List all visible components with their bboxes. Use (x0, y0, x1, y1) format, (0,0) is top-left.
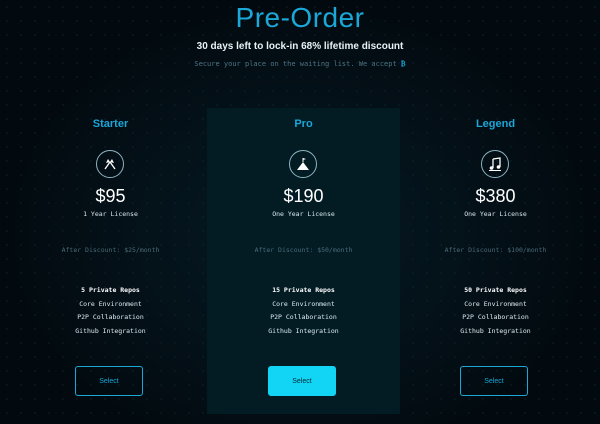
page-title: Pre-Order (235, 2, 365, 33)
feature-item: Github Integration (268, 326, 339, 335)
plan-discount: After Discount: $25/month (61, 246, 160, 254)
bitcoin-icon: ₿ (400, 60, 406, 68)
feature-item: 50 Private Repos (464, 286, 527, 294)
select-pro-button[interactable]: Select (268, 366, 336, 396)
mountain-flag-icon (289, 150, 317, 178)
plan-card-starter: Starter $95 1 Year License After Discoun… (14, 108, 207, 414)
feature-item: 15 Private Repos (272, 286, 335, 294)
plan-price: $380 (475, 186, 516, 206)
plan-card-pro: Pro $190 One Year License After Discount… (207, 108, 400, 414)
feature-item: P2P Collaboration (270, 313, 337, 321)
feature-item: P2P Collaboration (77, 313, 144, 321)
feature-item: 5 Private Repos (81, 286, 140, 294)
plan-features: 5 Private Repos Core Environment P2P Col… (14, 284, 207, 338)
plan-price: $95 (95, 186, 126, 206)
plan-price: $190 (283, 186, 324, 206)
plan-features: 50 Private Repos Core Environment P2P Co… (399, 284, 592, 338)
music-note-icon (481, 150, 509, 178)
feature-item: P2P Collaboration (462, 313, 529, 321)
plan-name: Pro (294, 118, 313, 130)
waiting-list-note: Secure your place on the waiting list. W… (0, 60, 600, 68)
feature-item: Core Environment (79, 299, 142, 308)
select-starter-button[interactable]: Select (75, 366, 143, 396)
feature-item: Core Environment (272, 299, 335, 308)
feature-item: Github Integration (460, 326, 531, 335)
plan-name: Starter (92, 118, 129, 130)
plan-card-legend: Legend $380 One Year License After Disco… (399, 108, 592, 414)
feature-item: Github Integration (75, 326, 146, 335)
feature-item: Core Environment (464, 299, 527, 308)
waiting-list-text: Secure your place on the waiting list. W… (194, 60, 397, 68)
plan-license: 1 Year License (83, 210, 138, 218)
plan-features: 15 Private Repos Core Environment P2P Co… (207, 284, 400, 338)
page-subtitle: 30 days left to lock-in 68% lifetime dis… (196, 41, 404, 52)
plan-name: Legend (475, 118, 516, 130)
plan-discount: After Discount: $50/month (254, 246, 353, 254)
plan-license: One Year License (272, 210, 335, 218)
plan-discount: After Discount: $100/month (444, 246, 547, 254)
crossed-flags-icon (96, 150, 124, 178)
select-legend-button[interactable]: Select (460, 366, 528, 396)
plan-license: One Year License (464, 210, 527, 218)
